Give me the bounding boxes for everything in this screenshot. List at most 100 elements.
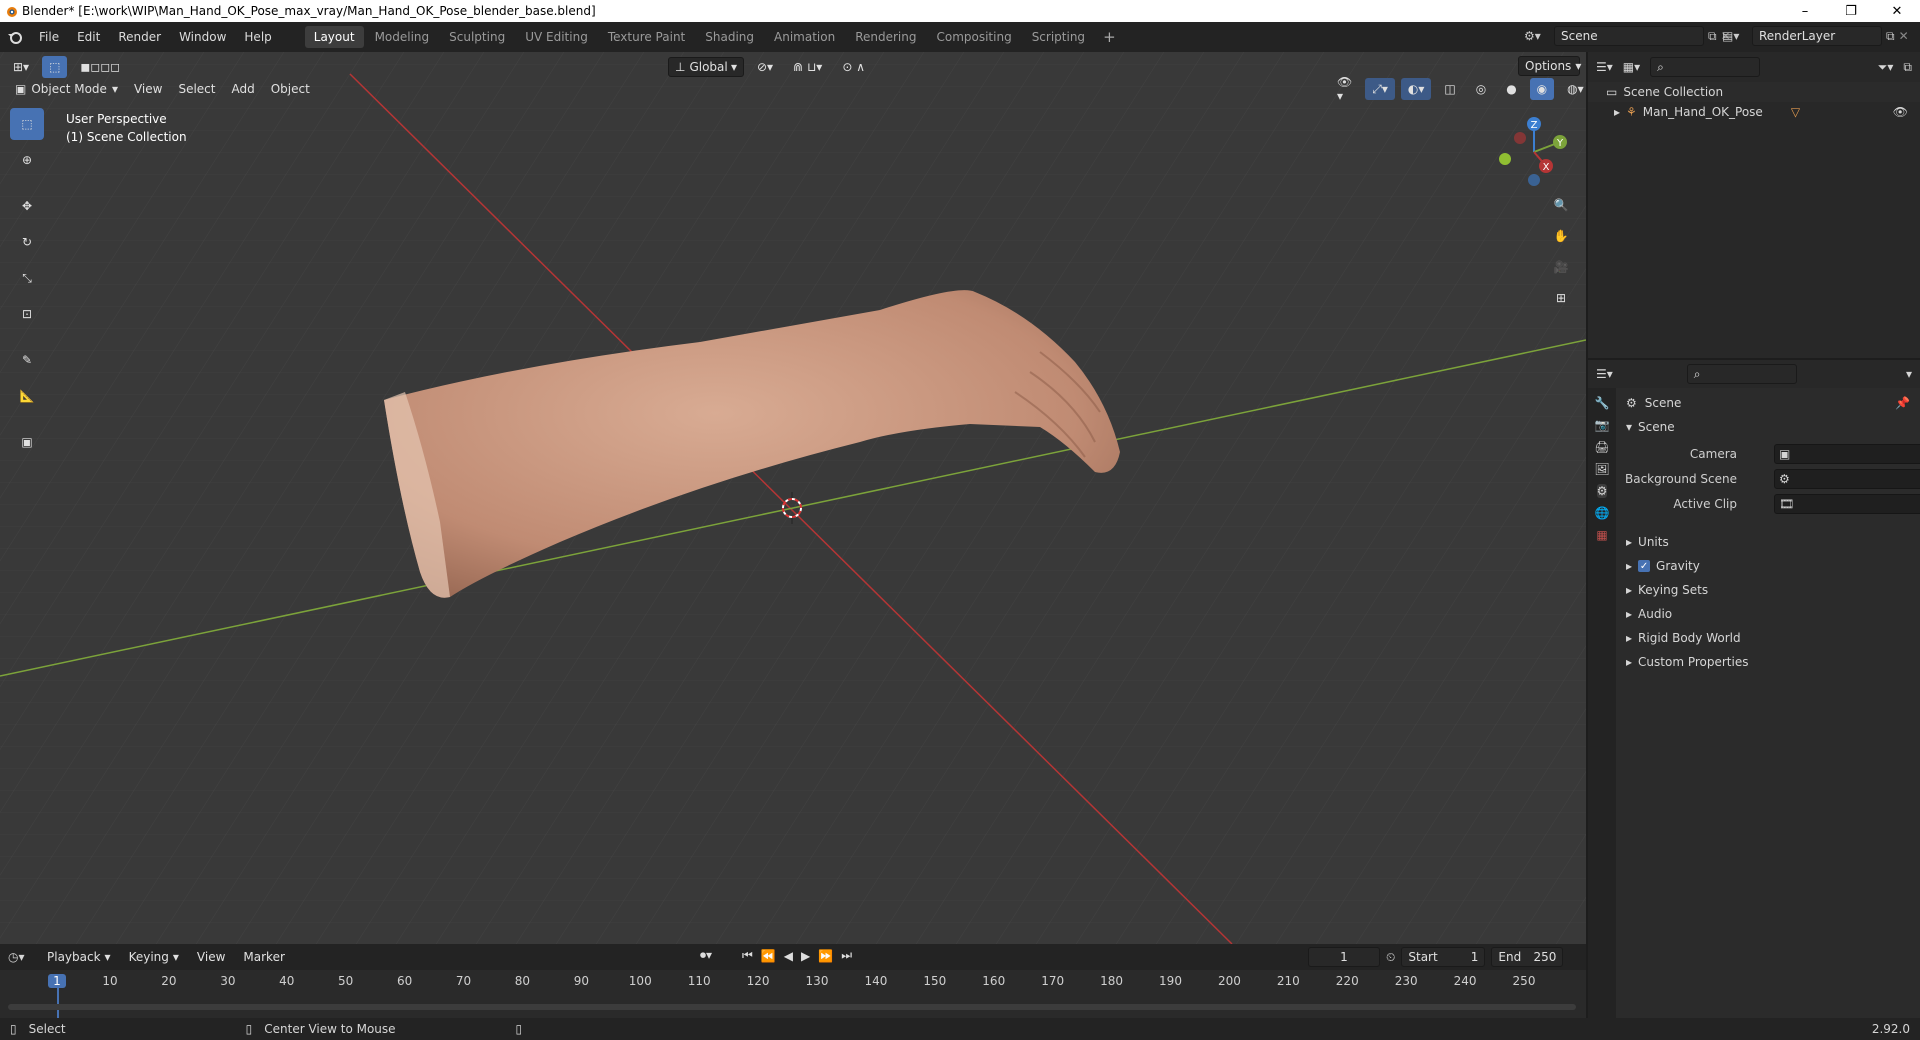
move-tool-icon[interactable]: ✥ [10,190,44,222]
rotate-tool-icon[interactable]: ↻ [10,226,44,258]
add-workspace-icon[interactable]: + [1094,26,1125,48]
marker-menu[interactable]: Marker [236,946,291,968]
audio-panel[interactable]: ▸ Audio [1626,602,1920,626]
outliner-row-scene-collection[interactable]: ▭ Scene Collection [1588,82,1920,102]
workspace-tab-layout[interactable]: Layout [304,26,364,48]
material-shading-icon[interactable]: ◉ [1529,78,1555,100]
preview-range-icon[interactable]: ⏲ [1386,950,1395,965]
workspace-tab-scripting[interactable]: Scripting [1023,26,1094,48]
chevron-down-icon[interactable]: ▾ [1906,367,1912,381]
new-collection-icon[interactable]: ⧉ [1903,60,1912,75]
select-box-tool-icon[interactable]: ⬚ [10,108,44,140]
world-tab-icon[interactable]: 🌐 [1595,506,1610,520]
expand-arrow-icon[interactable]: ▸ [1614,105,1620,119]
workspace-tab-modeling[interactable]: Modeling [366,26,439,48]
end-frame-field[interactable]: End 250 [1491,947,1564,967]
workspace-tab-sculpting[interactable]: Sculpting [440,26,514,48]
scene-tab-icon[interactable]: ⚙ [1596,484,1608,498]
cursor-tool-icon[interactable]: ⊕ [10,144,44,176]
start-frame-field[interactable]: Start 1 [1401,947,1486,967]
menu-help[interactable]: Help [235,26,280,48]
editor-type-icon[interactable]: ⊞▾ [6,56,36,78]
pin-icon[interactable]: 📌 [1895,396,1910,410]
rigid-body-world-panel[interactable]: ▸ Rigid Body World [1626,626,1920,650]
wireframe-shading-icon[interactable]: ◎ [1469,78,1493,100]
scene-selector-icon[interactable]: ⚙▾ [1524,29,1550,43]
menu-window[interactable]: Window [170,26,235,48]
object-menu[interactable]: Object [264,78,317,100]
object-mode-dropdown[interactable]: ▣ Object Mode ▾ [8,78,125,100]
new-scene-icon[interactable]: ⧉ [1708,29,1717,44]
playhead-line[interactable] [57,988,59,1018]
blender-menu-icon[interactable] [0,29,30,45]
jump-end-icon[interactable]: ⏭ [841,948,852,963]
visibility-icon[interactable]: 👁▾ [1330,75,1359,103]
gravity-panel[interactable]: ▸ ✓ Gravity [1626,554,1920,578]
navigation-gizmo[interactable]: Z Y X [1490,112,1570,192]
next-keyframe-icon[interactable]: ⏩ [818,949,833,963]
scene-panel-header[interactable]: ▾ Scene [1626,420,1675,434]
playback-menu[interactable]: Playback ▾ [40,946,118,968]
camera-field[interactable]: ▣ ✒ [1774,444,1920,464]
options-dropdown[interactable]: Options ▾ [1518,56,1581,76]
current-frame-field[interactable]: 1 [1308,947,1380,967]
keying-sets-panel[interactable]: ▸ Keying Sets [1626,578,1920,602]
prev-keyframe-icon[interactable]: ⏪ [761,949,776,963]
view-menu[interactable]: View [127,78,169,100]
new-layer-icon[interactable]: ⧉ [1886,29,1895,44]
menu-render[interactable]: Render [109,26,170,48]
filter-icon[interactable]: ⏷▾ [1878,60,1894,75]
delete-layer-icon[interactable]: ✕ [1899,29,1909,43]
timeline-ruler[interactable]: 1 10 20 30 40 50 60 70 80 90 100 110 120 130 140 150 160… [0,970,1586,1018]
tool-tab-icon[interactable]: 🔧 [1595,396,1610,410]
auto-keying-icon[interactable]: ⏺▾ [700,948,712,963]
close-button[interactable]: ✕ [1874,0,1920,22]
background-scene-field[interactable]: ⚙ [1774,469,1920,489]
workspace-tab-rendering[interactable]: Rendering [846,26,925,48]
renderlayer-field[interactable]: RenderLayer [1752,26,1882,46]
properties-search-input[interactable]: ⌕ [1686,364,1797,384]
gizmo-toggle-icon[interactable]: ⤢▾ [1365,78,1395,100]
restore-button[interactable]: ❐ [1828,0,1874,22]
workspace-tab-compositing[interactable]: Compositing [927,26,1020,48]
pivot-point-icon[interactable]: ⊘▾ [750,56,780,78]
camera-view-icon[interactable]: 🎥 [1548,254,1574,280]
play-icon[interactable]: ▶ [801,949,810,963]
rendered-shading-icon[interactable]: ◍▾ [1560,78,1586,100]
pan-hand-icon[interactable]: ✋ [1548,223,1574,249]
transform-tool-icon[interactable]: ⊡ [10,298,44,330]
jump-start-icon[interactable]: ⏮ [742,948,753,963]
units-panel[interactable]: ▸ Units [1626,530,1920,554]
xray-icon[interactable]: ◫ [1437,78,1462,100]
output-tab-icon[interactable]: 🖨 [1594,440,1609,454]
texture-tab-icon[interactable]: ▦ [1596,528,1607,542]
display-mode-icon[interactable]: ▦▾ [1623,60,1640,74]
view-layer-icon[interactable]: ▤▾ [1722,29,1748,43]
select-box-tool-icon[interactable]: ⬚ [42,56,68,78]
eye-visibility-icon[interactable]: 👁 [1893,105,1908,119]
annotate-tool-icon[interactable]: ✎ [10,344,44,376]
properties-editor-icon[interactable]: ☰▾ [1596,367,1613,381]
overlay-toggle-icon[interactable]: ◐▾ [1400,78,1432,100]
workspace-tab-uv-editing[interactable]: UV Editing [516,26,597,48]
custom-properties-panel[interactable]: ▸ Custom Properties [1626,650,1920,674]
gravity-checkbox[interactable]: ✓ [1638,560,1651,572]
3d-viewport[interactable]: ⊞▾ ⬚ ◼◻◻◻ ⊥ Global ▾ ⊘▾ ⋒ ⊔▾ ⊙ ∧ Options… [0,52,1586,944]
outliner-row-object[interactable]: ▸ ⚘ Man_Hand_OK_Pose ▽ 👁 [1588,102,1920,122]
outliner-editor-icon[interactable]: ☰▾ [1596,60,1613,74]
menu-file[interactable]: File [30,26,68,48]
zoom-icon[interactable]: 🔍 [1548,192,1574,218]
measure-tool-icon[interactable]: 📐 [10,380,44,412]
play-reverse-icon[interactable]: ◀ [784,949,793,963]
minimize-button[interactable]: – [1782,0,1828,22]
scale-tool-icon[interactable]: ⤡ [10,262,44,294]
render-tab-icon[interactable]: 📷 [1595,418,1610,432]
workspace-tab-animation[interactable]: Animation [765,26,844,48]
add-menu[interactable]: Add [224,78,261,100]
timeline-scrollbar[interactable] [8,1004,1576,1010]
menu-edit[interactable]: Edit [68,26,109,48]
select-mode-new-icon[interactable]: ◼◻◻◻ [73,56,127,78]
workspace-tab-shading[interactable]: Shading [696,26,763,48]
proportional-edit-icon[interactable]: ⊙ ∧ [835,56,872,78]
keying-menu[interactable]: Keying ▾ [122,946,186,968]
